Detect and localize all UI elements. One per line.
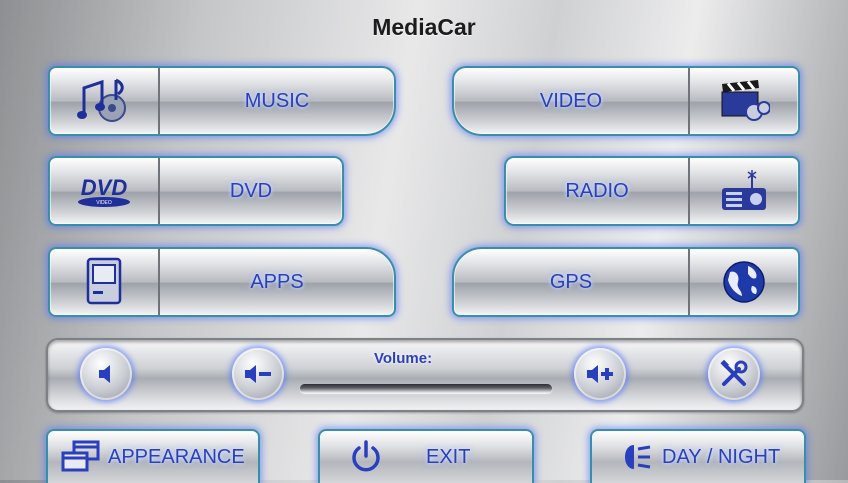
volume-panel: Volume: [46,338,804,412]
volume-up-button[interactable] [574,348,626,400]
music-button[interactable]: MUSIC [48,66,396,136]
volume-down-button[interactable] [232,348,284,400]
mute-icon [99,365,110,383]
computer-icon [50,249,160,315]
windows-icon [61,440,100,472]
radio-icon [688,158,798,224]
music-label: MUSIC [244,89,310,112]
volume-up-icon [587,365,613,383]
video-button[interactable]: VIDEO [452,66,800,136]
exit-button[interactable]: EXIT [318,429,534,483]
power-icon [352,440,380,472]
video-clapper-icon [688,68,798,134]
mute-button[interactable] [80,348,132,400]
video-label: VIDEO [539,89,603,112]
volume-down-icon [245,365,271,383]
svg-text:VIDEO: VIDEO [96,200,112,206]
globe-icon [688,249,798,315]
day-night-label: DAY / NIGHT [662,445,781,468]
appearance-label: APPEARANCE [108,445,245,468]
svg-text:DVD: DVD [81,175,128,200]
volume-slider[interactable] [300,384,552,393]
radio-label: RADIO [565,179,629,202]
settings-tools-icon [720,359,748,386]
appearance-button[interactable]: APPEARANCE [46,429,260,483]
music-notes-icon [50,68,160,134]
dvd-label: DVD [229,179,273,202]
settings-button[interactable] [708,348,760,400]
radio-button[interactable]: RADIO [504,156,800,226]
apps-label: APPS [250,270,304,293]
day-night-button[interactable]: DAY / NIGHT [590,429,806,483]
gps-label: GPS [549,270,593,293]
dvd-logo-icon: DVD VIDEO [50,158,160,224]
gps-button[interactable]: GPS [452,247,800,317]
app-title: MediaCar [372,14,476,40]
headlight-icon [625,445,651,469]
dvd-button[interactable]: DVD VIDEO DVD [48,156,344,226]
volume-label: Volume: [374,350,433,367]
apps-button[interactable]: APPS [48,247,396,317]
exit-label: EXIT [426,445,471,468]
